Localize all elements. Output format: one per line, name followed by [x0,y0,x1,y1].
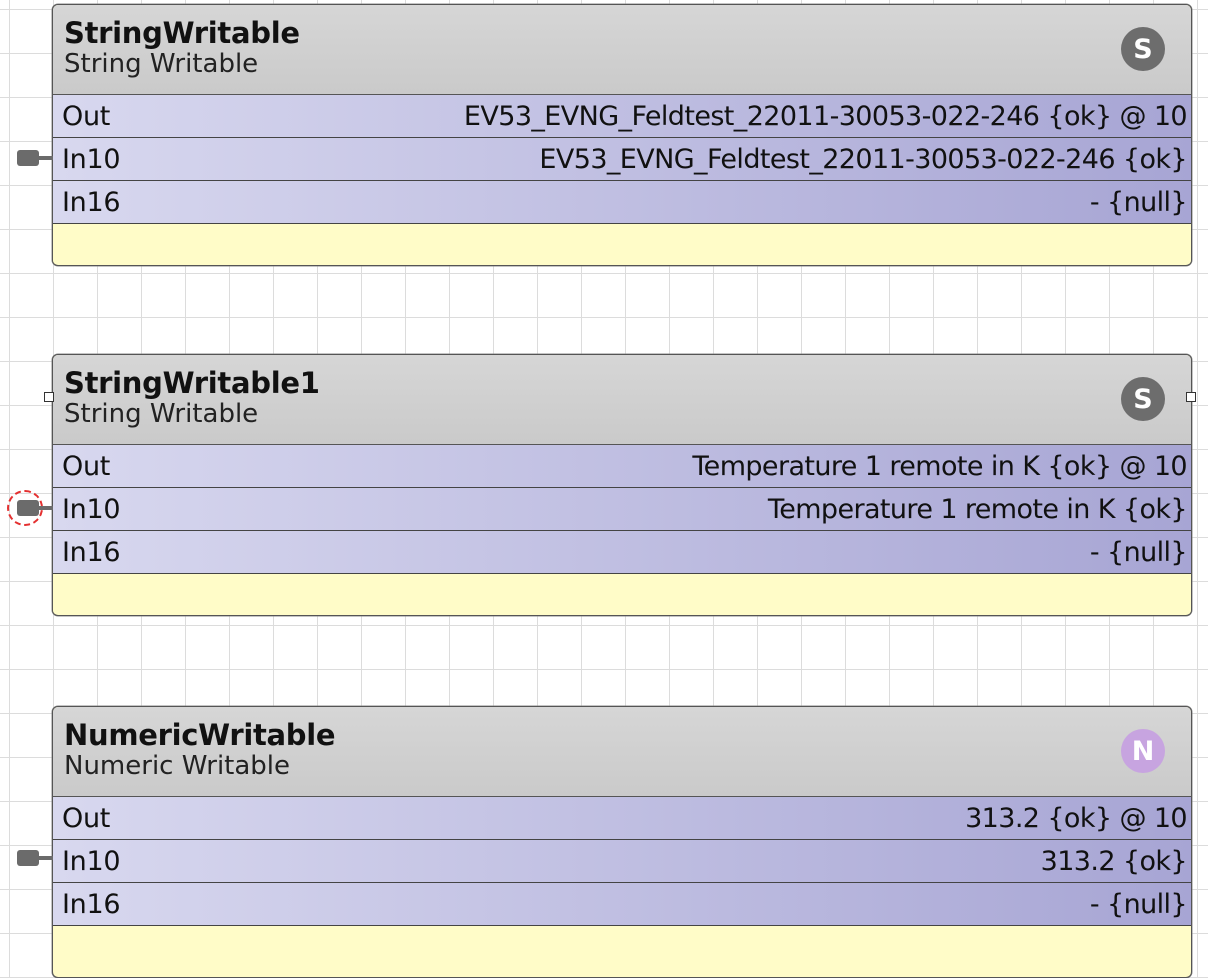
slot-row-in10[interactable]: In10 EV53_EVNG_Feldtest_22011-30053-022-… [53,138,1191,181]
port-pin [37,156,53,160]
slot-label: In10 [62,493,121,525]
numeric-type-icon: N [1121,729,1165,773]
port-pin [37,506,53,510]
slot-value: Temperature 1 remote in K {ok} @ 10 [692,450,1187,482]
link-port-icon[interactable] [17,500,53,516]
stringwritable1-block[interactable]: StringWritable1 String Writable S Out Te… [52,354,1192,616]
numericwritable-block[interactable]: NumericWritable Numeric Writable N Out 3… [52,706,1192,978]
slot-value: Temperature 1 remote in K {ok} [767,493,1188,525]
slot-value: 313.2 {ok} [1040,845,1188,877]
slot-row-in10[interactable]: In10 313.2 {ok} [53,840,1191,883]
slot-label: In16 [62,186,121,218]
block-type-label: Numeric Writable [64,751,291,781]
string-type-icon: S [1121,27,1165,71]
slot-label: In16 [62,888,121,920]
selection-handle[interactable] [1186,392,1196,402]
slot-value: EV53_EVNG_Feldtest_22011-30053-022-246 {… [539,143,1187,175]
slot-label: In10 [62,143,121,175]
block-type-label: String Writable [64,399,259,429]
slot-label: Out [62,802,111,834]
slot-row-in10[interactable]: In10 Temperature 1 remote in K {ok} [53,488,1191,531]
port-pin [37,856,53,860]
block-footer [53,926,1191,966]
slot-row-in16[interactable]: In16 - {null} [53,883,1191,926]
slot-value: 313.2 {ok} @ 10 [965,802,1188,834]
slot-value: - {null} [1089,536,1188,568]
slot-label: In10 [62,845,121,877]
slot-value: - {null} [1089,186,1188,218]
slot-row-in16[interactable]: In16 - {null} [53,531,1191,574]
block-header[interactable]: NumericWritable Numeric Writable N [53,707,1191,797]
block-title: NumericWritable [64,718,336,752]
slot-row-in16[interactable]: In16 - {null} [53,181,1191,224]
slot-row-out[interactable]: Out EV53_EVNG_Feldtest_22011-30053-022-2… [53,95,1191,138]
slot-label: Out [62,100,111,132]
slot-value: EV53_EVNG_Feldtest_22011-30053-022-246 {… [463,100,1188,132]
slot-label: In16 [62,536,121,568]
selection-handle[interactable] [44,392,54,402]
block-title: StringWritable [64,16,300,50]
slot-row-out[interactable]: Out Temperature 1 remote in K {ok} @ 10 [53,445,1191,488]
block-header[interactable]: StringWritable String Writable S [53,5,1191,95]
port-plug [17,150,39,166]
slot-value: - {null} [1089,888,1188,920]
link-port-icon[interactable] [17,150,53,166]
port-plug [17,850,39,866]
block-header[interactable]: StringWritable1 String Writable S [53,355,1191,445]
link-port-icon[interactable] [17,850,53,866]
stringwritable-block[interactable]: StringWritable String Writable S Out EV5… [52,4,1192,266]
block-title: StringWritable1 [64,366,320,400]
slot-row-out[interactable]: Out 313.2 {ok} @ 10 [53,797,1191,840]
block-type-label: String Writable [64,49,259,79]
block-footer [53,574,1191,614]
block-footer [53,224,1191,264]
slot-label: Out [62,450,111,482]
string-type-icon: S [1121,377,1165,421]
port-plug [17,500,39,516]
